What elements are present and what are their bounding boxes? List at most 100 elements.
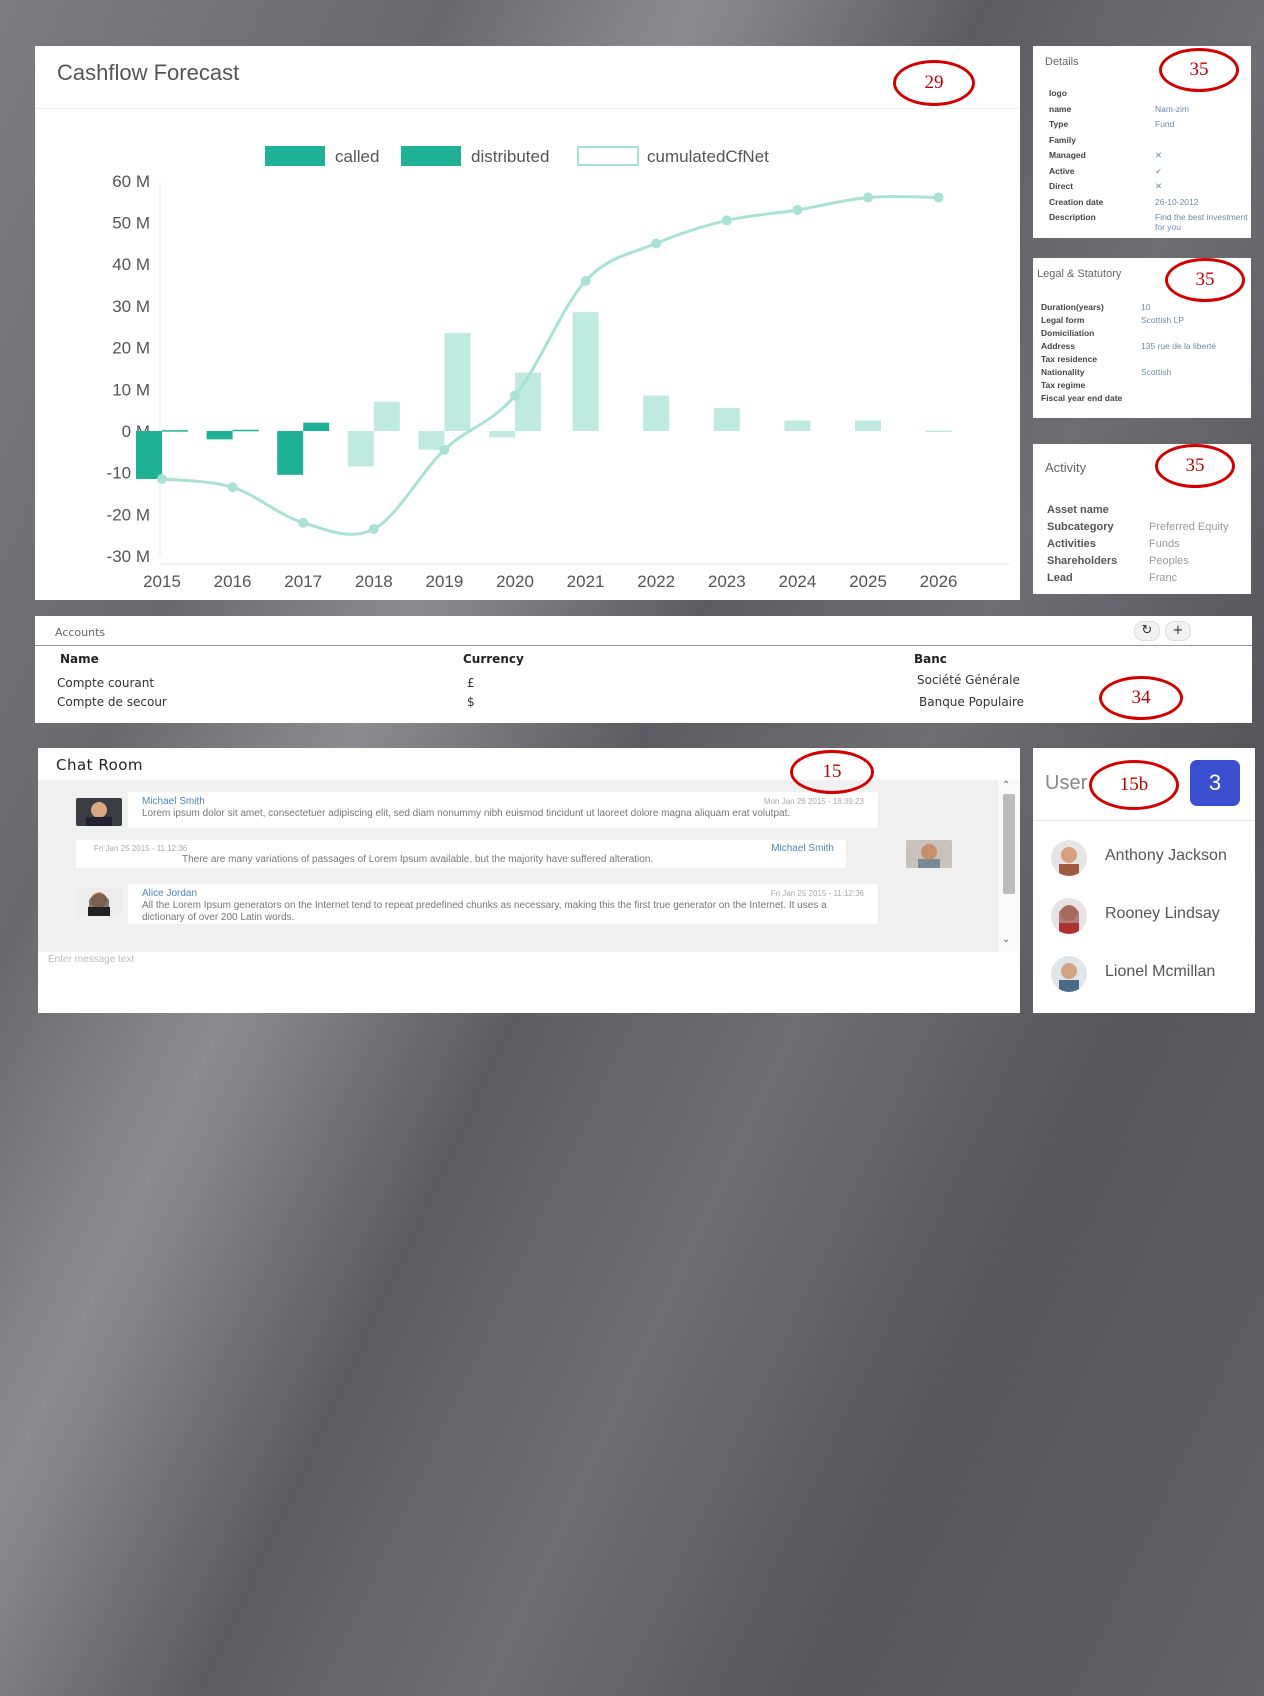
activity-title: Activity [1045, 460, 1087, 475]
user-count-badge: 3 [1190, 760, 1240, 806]
detail-label: Description [1049, 212, 1096, 222]
column-header-banc: Banc [914, 652, 947, 666]
detail-value: 26-10-2012 [1155, 196, 1199, 207]
cumulated-point [368, 523, 379, 534]
user-list-item[interactable]: Rooney Lindsay [1033, 890, 1255, 942]
bar-distributed [162, 430, 188, 432]
cumulated-point [863, 192, 873, 203]
detail-value: Scottish LP [1141, 315, 1184, 325]
avatar [76, 888, 122, 916]
detail-label: Type [1049, 119, 1069, 129]
y-tick-label: 20 M [112, 339, 150, 358]
message-text: All the Lorem Ipsum generators on the In… [142, 900, 827, 923]
message-author: Michael Smith [771, 843, 834, 854]
annotation-35-legal: 35 [1165, 258, 1245, 302]
scroll-down-icon[interactable]: ⌄ [1002, 934, 1010, 945]
details-panel: Details logo name Nam-zim Type Fund Family Man… [1033, 46, 1251, 238]
users-title: User [1045, 772, 1088, 794]
detail-value: 135 rue de la liberté [1141, 341, 1217, 351]
x-tick-label: 2018 [355, 572, 393, 591]
annotation-29: 29 [893, 60, 975, 106]
message-time: Mon Jan 26 2015 - 18:39:23 [763, 797, 864, 806]
message-input[interactable]: Enter message text [48, 954, 134, 965]
chat-message: Michael Smith Mon Jan 26 2015 - 18:39:23… [128, 792, 878, 828]
y-tick-label: -30 M [107, 547, 150, 566]
legend-label-distributed: distributed [471, 147, 549, 166]
bar-distributed [925, 430, 952, 433]
cumulated-point [510, 390, 520, 401]
user-name: Lionel Mcmillan [1105, 963, 1216, 980]
message-author: Michael Smith [142, 796, 205, 807]
bar-distributed [643, 395, 670, 431]
detail-value: Funds [1149, 538, 1180, 550]
bar-called [136, 431, 162, 479]
detail-label: Tax regime [1041, 380, 1086, 390]
detail-label: Lead [1047, 572, 1073, 584]
x-tick-label: 2026 [920, 572, 958, 591]
account-name-cell: Compte courant [57, 676, 155, 690]
detail-value: ✓ [1155, 165, 1163, 176]
detail-label: Legal form [1041, 315, 1085, 325]
legend-swatch-cumulated [577, 146, 639, 166]
message-time: Fri Jan 25 2015 - 11:12:36 [94, 844, 188, 853]
detail-label: Managed [1049, 150, 1086, 160]
chat-message: Fri Jan 25 2015 - 11:12:36 Michael Smith… [76, 840, 846, 868]
message-time: Fri Jan 25 2015 - 11:12:36 [770, 889, 864, 898]
annotation-15: 15 [790, 750, 874, 794]
chat-scrollbar[interactable]: ⌃ ⌄ [998, 780, 1020, 952]
detail-value: Franc [1149, 572, 1178, 584]
legend-label-called: called [335, 147, 379, 166]
detail-label: Family [1049, 134, 1076, 145]
detail-value: Fund [1155, 119, 1175, 129]
chat-title: Chat Room [56, 756, 144, 774]
account-currency-cell: £ [467, 676, 475, 690]
detail-value: Nam-zim [1155, 103, 1189, 114]
message-text: There are many variations of passages of… [182, 854, 654, 865]
divider [1033, 820, 1255, 821]
detail-label: logo [1049, 88, 1067, 98]
bar-distributed [444, 333, 471, 431]
user-name: Anthony Jackson [1105, 847, 1227, 864]
detail-label: Tax residence [1041, 354, 1098, 364]
bar-distributed [713, 408, 740, 431]
detail-label: Domiciliation [1041, 328, 1095, 338]
add-account-button[interactable]: + [1165, 621, 1191, 641]
legal-statutory-panel: Legal & Statutory Duration(years) 10 Legal… [1033, 258, 1251, 418]
x-tick-label: 2024 [778, 572, 816, 591]
cumulated-point [933, 192, 944, 203]
bar-distributed [572, 312, 599, 431]
column-header-name: Name [60, 652, 99, 666]
scroll-up-icon[interactable]: ⌃ [1002, 780, 1010, 791]
message-text: Lorem ipsum dolor sit amet, consectetuer… [142, 808, 791, 819]
cumulated-point [792, 204, 803, 215]
bar-distributed [232, 429, 259, 432]
legend-label-cumulated: cumulatedCfNet [647, 147, 769, 166]
bar-distributed [373, 401, 400, 431]
chat-room-panel: Chat Room Michael Smith Mon Jan 26 2015 … [38, 748, 1020, 1013]
cumulated-point [298, 517, 309, 528]
y-tick-label: 60 M [112, 172, 150, 191]
detail-value: Peoples [1149, 555, 1189, 567]
cumulated-point [227, 482, 238, 493]
refresh-icon[interactable]: ↻ [1134, 621, 1160, 641]
x-tick-label: 2019 [425, 572, 463, 591]
user-list-item[interactable]: Anthony Jackson [1033, 832, 1255, 884]
x-tick-label: 2017 [284, 572, 322, 591]
cumulated-line [161, 195, 939, 536]
avatar [906, 840, 952, 868]
y-tick-label: -20 M [107, 505, 150, 524]
detail-label: Creation date [1049, 196, 1104, 207]
user-list-item[interactable]: Lionel Mcmillan [1033, 948, 1255, 1000]
accounts-panel: Accounts ↻ + Name Currency Banc Compte c… [35, 616, 1252, 723]
message-author: Alice Jordan [142, 888, 198, 899]
annotation-15b: 15b [1089, 760, 1179, 810]
detail-value: 10 [1141, 302, 1151, 312]
account-bank-cell: Société Générale [917, 673, 1020, 687]
detail-value: Scottish [1141, 367, 1172, 377]
detail-label: Address [1041, 341, 1076, 351]
column-header-currency: Currency [463, 652, 524, 666]
y-tick-label: 10 M [112, 380, 150, 399]
chat-message: Alice Jordan Fri Jan 25 2015 - 11:12:36 … [128, 884, 878, 924]
chat-messages[interactable]: Michael Smith Mon Jan 26 2015 - 18:39:23… [38, 780, 998, 952]
scroll-thumb[interactable] [1003, 794, 1015, 894]
